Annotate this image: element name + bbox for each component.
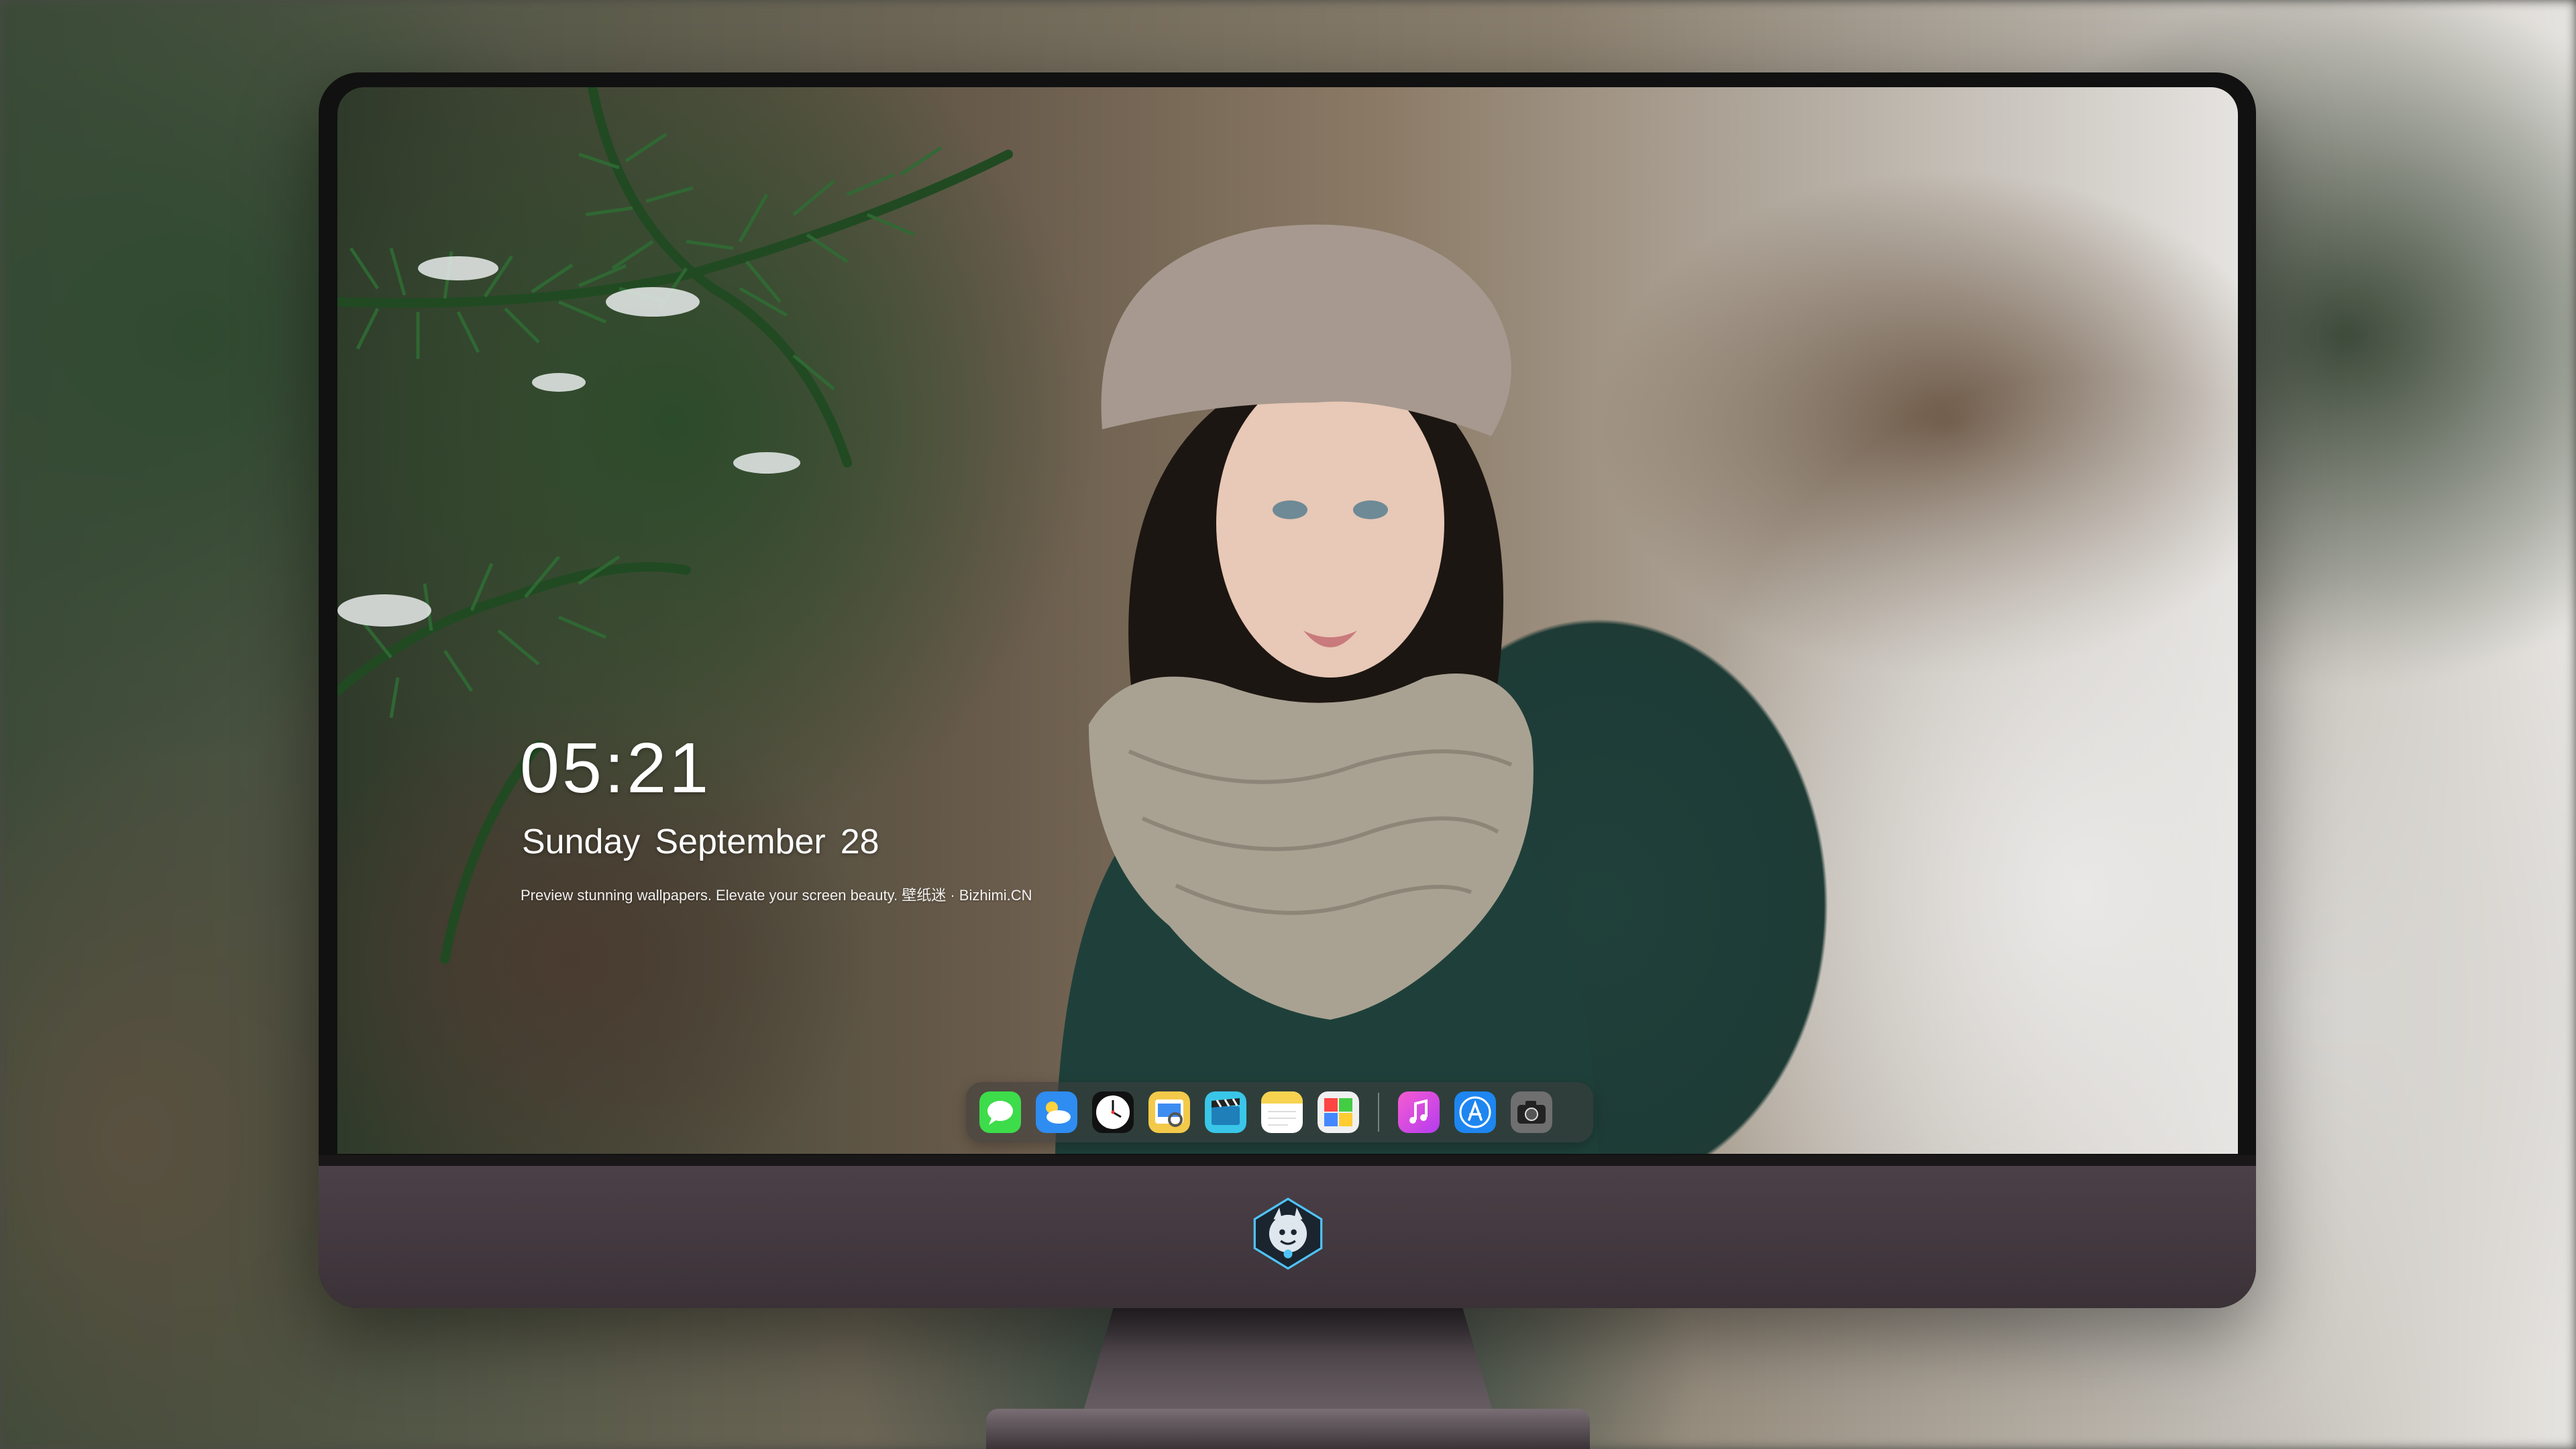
clock-icon[interactable]: [1092, 1091, 1134, 1133]
camera-icon[interactable]: [1511, 1091, 1552, 1133]
dragon-mascot-icon: [1253, 1197, 1323, 1270]
preview-icon[interactable]: [1148, 1091, 1190, 1133]
app-store-icon[interactable]: [1454, 1091, 1496, 1133]
dock: [966, 1082, 1593, 1142]
clips-icon[interactable]: [1205, 1091, 1246, 1133]
lock-screen: 05:21 Sunday September 28 Preview stunning…: [337, 87, 2238, 1154]
weather-icon[interactable]: [1036, 1091, 1077, 1133]
wallpaper-tagline: Preview stunning wallpapers. Elevate you…: [521, 887, 1032, 904]
date-month: September: [655, 822, 826, 861]
date-day: 28: [840, 822, 879, 861]
monitor-stand-base: [986, 1409, 1590, 1449]
notes-icon[interactable]: [1261, 1091, 1303, 1133]
music-icon[interactable]: [1398, 1091, 1440, 1133]
dock-separator: [1378, 1093, 1379, 1132]
date-weekday: Sunday: [522, 822, 641, 861]
lock-screen-time: 05:21: [520, 729, 712, 808]
messages-icon[interactable]: [979, 1091, 1021, 1133]
portrait-wallpaper: [1055, 224, 1599, 1154]
monitor-stand-neck: [1080, 1308, 1496, 1422]
monitor-bezel-bottom: [319, 1155, 2256, 1166]
lock-screen-date: Sunday September 28: [522, 822, 894, 862]
photos-icon[interactable]: [1318, 1091, 1359, 1133]
